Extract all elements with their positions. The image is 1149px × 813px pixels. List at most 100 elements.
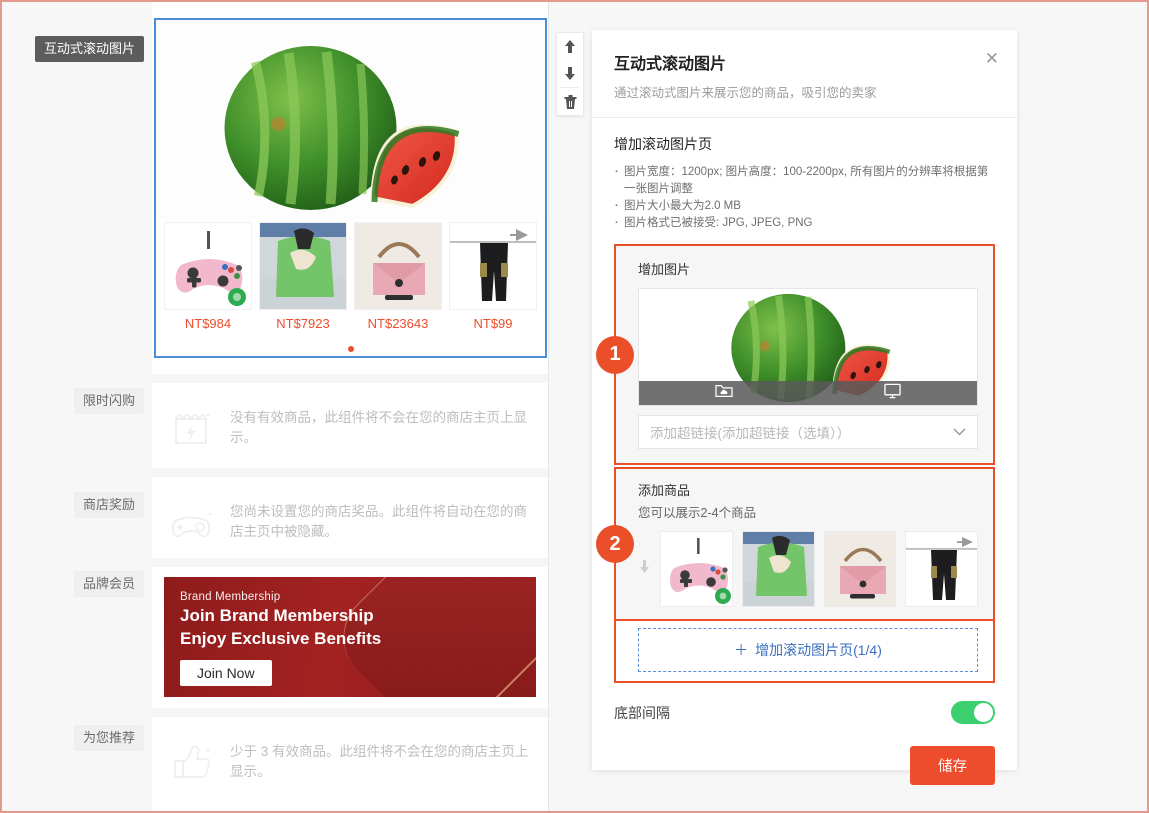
brand-membership-banner[interactable]: Brand Membership Join Brand Membership E… xyxy=(164,577,536,697)
banner-headline-1: Join Brand Membership xyxy=(180,606,374,625)
chevron-down-icon xyxy=(953,428,966,436)
save-button[interactable]: 储存 xyxy=(910,746,995,785)
plus-icon: ＋ xyxy=(734,642,749,658)
storefront-preview: NT$984 NT$7923 NT$23643 NT$99 没有有效商品，此组件… xyxy=(152,2,549,811)
rail-item-label: 为您推荐 xyxy=(82,730,135,745)
preview-price: NT$984 xyxy=(184,316,232,331)
add-product-hint: 您可以展示2-4个商品 xyxy=(638,506,757,520)
rail-item-interactive-carousel[interactable]: 互动式滚动图片 xyxy=(34,36,144,62)
shop-flash-icon xyxy=(168,405,214,451)
preview-recommended[interactable]: 少于 3 有效商品。此组件将不会在您的商店主页上显示。 xyxy=(152,708,548,807)
add-carousel-page-button[interactable]: ＋ 增加滚动图片页(1/4) xyxy=(638,628,978,672)
hyperlink-select[interactable]: 添加超链接(添加超链接（选填）） xyxy=(638,415,978,449)
rail-item-label: 互动式滚动图片 xyxy=(43,41,135,56)
carousel-dot-active xyxy=(347,346,354,352)
product-thumb-pink-handbag[interactable] xyxy=(823,531,897,607)
black-joggers-photo xyxy=(906,532,978,606)
add-image-label: 增加图片 xyxy=(638,262,691,277)
banner-headline-2: Enjoy Exclusive Benefits xyxy=(180,629,382,648)
rail-item-shop-rewards[interactable]: 商店奖励 xyxy=(73,492,144,518)
add-product-label: 添加商品 xyxy=(638,483,691,498)
preview-flash-sale[interactable]: 没有有效商品，此组件将不会在您的商店主页上显示。 xyxy=(152,374,548,473)
settings-panel: 互动式滚动图片 通过滚动式图片来展示您的商品，吸引您的卖家 ✕ 增加滚动图片页 … xyxy=(592,30,1017,785)
section-title: 增加滚动图片页 xyxy=(614,136,712,152)
preview-thumb-black-joggers[interactable] xyxy=(449,222,537,310)
product-thumb-green-sweater[interactable] xyxy=(742,531,815,607)
preview-shop-rewards[interactable]: 您尚未设置您的商店奖品。此组件将自动在您的商店主页中被隐藏。 xyxy=(152,468,548,567)
rail-item-label: 品牌会员 xyxy=(82,576,135,591)
display-icon[interactable] xyxy=(884,383,901,404)
drag-handle-icon[interactable] xyxy=(638,560,651,578)
green-sweater-photo xyxy=(743,532,814,606)
placeholder-text: 没有有效商品，此组件将不会在您的商店主页上显示。 xyxy=(230,410,527,445)
section-divider xyxy=(152,374,548,383)
component-toolbar xyxy=(556,32,584,116)
thumbs-up-icon xyxy=(168,739,214,785)
preview-product-thumbs xyxy=(156,220,545,310)
bottom-spacing-row: 底部间隔 xyxy=(614,683,995,724)
app-root: 互动式滚动图片 限时闪购 商店奖励 品牌会员 为您推荐 NT$984 NT$79… xyxy=(0,0,1149,813)
preview-price: NT$23643 xyxy=(367,316,429,331)
rail-item-brand-membership[interactable]: 品牌会员 xyxy=(73,571,144,597)
panel-title: 互动式滚动图片 xyxy=(614,56,727,73)
preview-brand-membership[interactable]: Brand Membership Join Brand Membership E… xyxy=(152,558,548,709)
component-rail: 互动式滚动图片 限时闪购 商店奖励 品牌会员 为您推荐 xyxy=(2,2,152,811)
panel-footer: 储存 xyxy=(614,724,995,785)
section-divider xyxy=(152,558,548,567)
green-sweater-photo xyxy=(260,223,346,309)
pink-handbag-photo xyxy=(824,532,896,606)
preview-thumb-game-controller[interactable] xyxy=(164,222,252,310)
placeholder-text: 您尚未设置您的商店奖品。此组件将自动在您的商店主页中被隐藏。 xyxy=(230,504,527,539)
bottom-spacing-toggle[interactable] xyxy=(951,701,995,724)
bottom-spacing-label: 底部间隔 xyxy=(614,704,670,721)
hero-image xyxy=(156,20,545,220)
pink-handbag-photo xyxy=(355,223,441,309)
close-icon[interactable]: ✕ xyxy=(985,50,999,67)
preview-price-row: NT$984 NT$7923 NT$23643 NT$99 xyxy=(156,310,545,331)
watermelon-illustration xyxy=(224,46,460,210)
image-action-bar xyxy=(639,381,977,405)
add-page-label: 增加滚动图片页(1/4) xyxy=(755,642,882,658)
banner-kicker: Brand Membership xyxy=(180,591,281,603)
upload-cloud-icon[interactable] xyxy=(715,383,733,404)
step-2-badge: 2 xyxy=(596,525,634,563)
trash-icon xyxy=(564,94,576,109)
rail-item-recommended-for-you[interactable]: 为您推荐 xyxy=(73,725,144,751)
game-reward-icon xyxy=(168,499,214,545)
section-divider xyxy=(152,468,548,477)
preview-thumb-green-sweater[interactable] xyxy=(259,222,347,310)
requirement-item: 图片宽度：1200px; 图片高度：100-2200px, 所有图片的分辨率将根… xyxy=(614,162,995,198)
rail-item-label: 限时闪购 xyxy=(82,393,135,408)
product-thumb-game-controller[interactable] xyxy=(660,531,734,607)
panel-body: 增加滚动图片页 图片宽度：1200px; 图片高度：100-2200px, 所有… xyxy=(592,118,1017,785)
image-upload-preview[interactable] xyxy=(638,288,978,406)
carousel-component-card[interactable]: NT$984 NT$7923 NT$23643 NT$99 xyxy=(154,18,547,358)
move-down-button[interactable] xyxy=(557,60,583,87)
section-divider xyxy=(152,708,548,717)
game-controller-photo xyxy=(661,532,733,606)
black-joggers-photo xyxy=(450,223,536,309)
hyperlink-placeholder: 添加超链接(添加超链接（选填）） xyxy=(650,426,851,441)
selected-products-row xyxy=(638,531,978,619)
game-controller-photo xyxy=(165,223,251,309)
step-2-highlight: 2 添加商品 您可以展示2-4个商品 xyxy=(596,467,995,621)
preview-price: NT$99 xyxy=(473,316,513,331)
preview-thumb-pink-handbag[interactable] xyxy=(354,222,442,310)
arrow-up-icon xyxy=(565,39,575,53)
arrow-down-icon xyxy=(565,66,575,80)
step-1-highlight: 1 增加图片 添加超链接(添加超链接（选填）） xyxy=(596,244,995,465)
rail-item-flash-sale[interactable]: 限时闪购 xyxy=(73,388,144,414)
requirement-item: 图片大小最大为2.0 MB xyxy=(614,196,995,215)
requirement-item: 图片格式已被接受: JPG, JPEG, PNG xyxy=(614,213,995,232)
delete-button[interactable] xyxy=(557,88,583,115)
add-page-highlight-footer: ＋ 增加滚动图片页(1/4) xyxy=(614,621,995,683)
panel-subtitle: 通过滚动式图片来展示您的商品，吸引您的卖家 xyxy=(614,86,877,100)
product-thumb-black-joggers[interactable] xyxy=(905,531,978,607)
preview-price: NT$7923 xyxy=(276,316,330,331)
requirements-list: 图片宽度：1200px; 图片高度：100-2200px, 所有图片的分辨率将根… xyxy=(614,162,995,232)
join-now-button[interactable]: Join Now xyxy=(180,660,272,686)
carousel-pagination[interactable] xyxy=(156,331,545,357)
toggle-knob xyxy=(974,703,993,722)
step-1-badge: 1 xyxy=(596,335,634,374)
move-up-button[interactable] xyxy=(557,33,583,60)
